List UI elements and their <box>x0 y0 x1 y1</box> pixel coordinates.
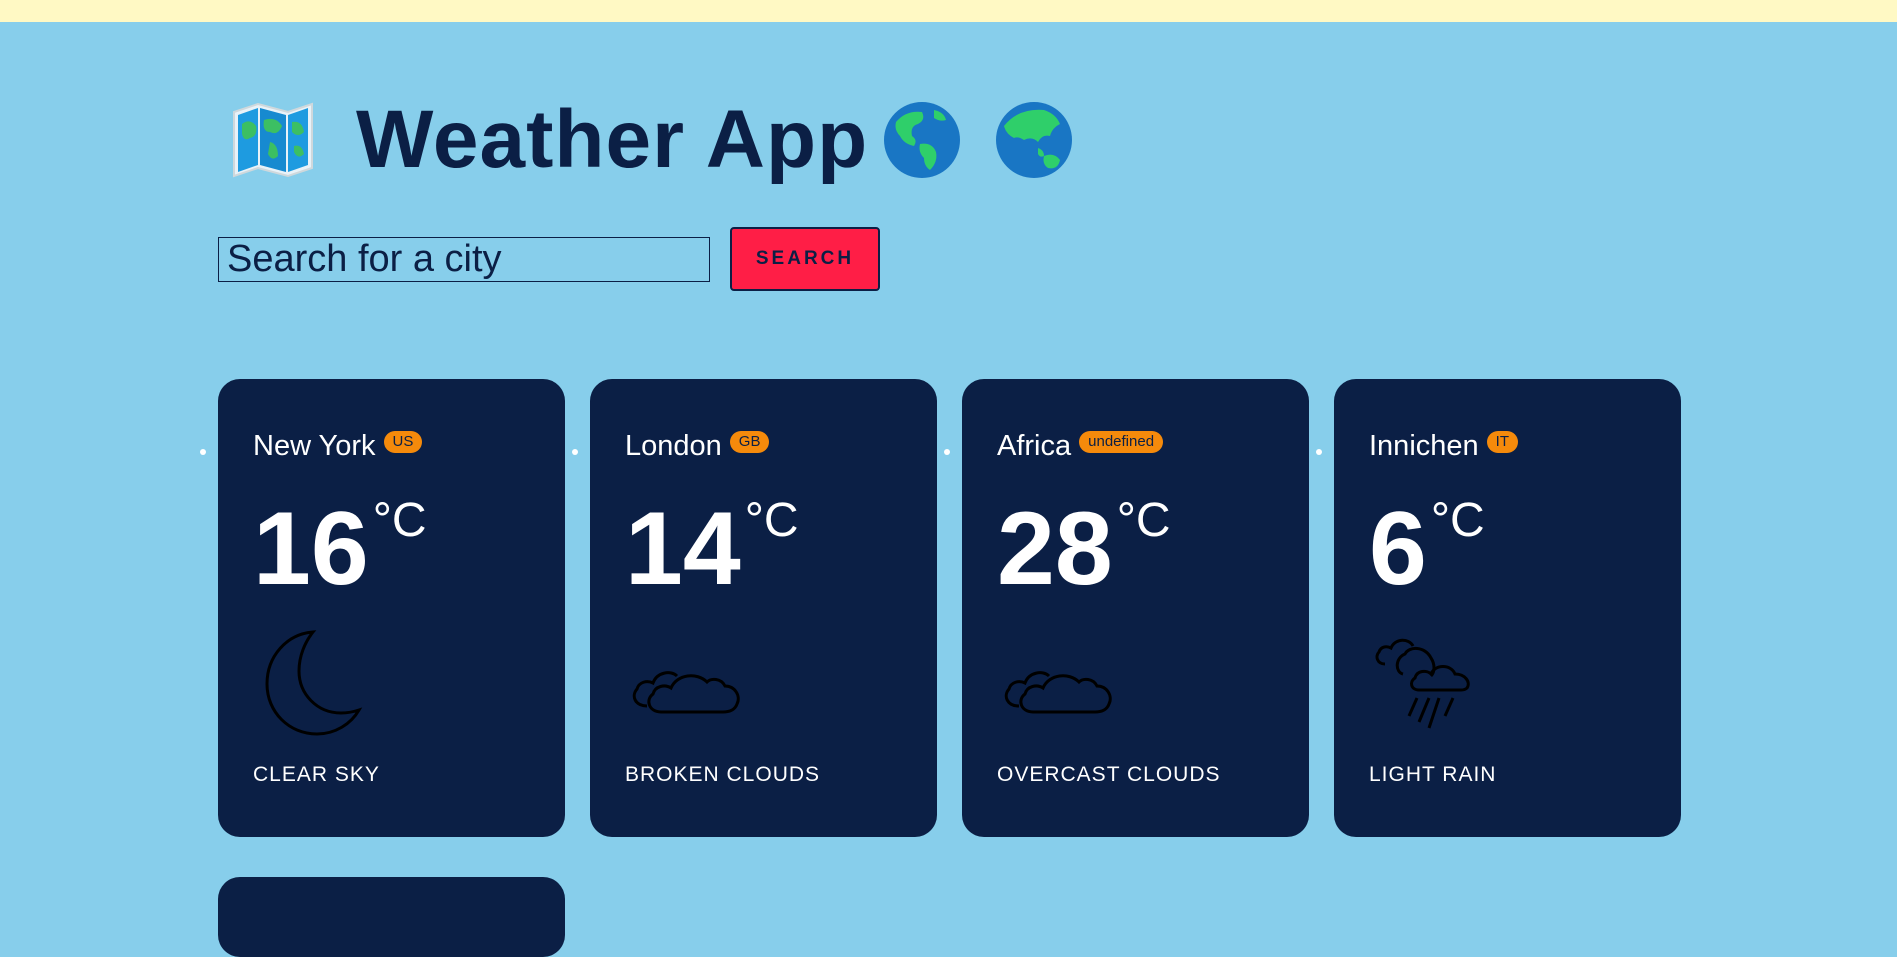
search-bar: SEARCH <box>218 227 880 291</box>
list-bullet <box>944 449 950 455</box>
city-card-africa: Africa undefined 28 °C OVERCAST CLOUDS <box>944 379 1309 837</box>
city-name: London <box>625 430 722 462</box>
page-title: Weather App <box>356 94 869 185</box>
weather-description: LIGHT RAIN <box>1369 763 1497 786</box>
search-button[interactable]: SEARCH <box>730 227 880 291</box>
temperature-unit: °C <box>744 494 799 547</box>
temperature-unit: °C <box>1116 494 1171 547</box>
list-bullet <box>200 449 206 455</box>
country-badge: undefined <box>1079 431 1164 453</box>
city-name: New York <box>253 430 376 462</box>
weather-description: OVERCAST CLOUDS <box>997 763 1221 786</box>
clouds-icon <box>1004 671 1112 714</box>
city-card-innichen: Innichen IT 6 °C LIGHT RAIN <box>1316 379 1681 837</box>
country-badge: IT <box>1486 431 1518 453</box>
city-name: Africa <box>997 430 1072 462</box>
list-bullet <box>572 449 578 455</box>
globe-asia-australia-icon <box>996 102 1073 178</box>
temperature: 6 <box>1369 491 1427 607</box>
list-bullet <box>1316 449 1322 455</box>
city-card-partial <box>218 877 565 957</box>
top-strip <box>0 0 1897 22</box>
temperature-unit: °C <box>1430 494 1485 547</box>
temperature: 14 <box>625 491 741 607</box>
clouds-icon <box>632 671 740 714</box>
city-card-new-york: New York US 16 °C CLEAR SKY <box>200 379 565 837</box>
map-icon <box>233 102 313 178</box>
search-input[interactable] <box>218 236 710 282</box>
rain-icon <box>1375 638 1470 729</box>
moon-icon <box>265 630 363 736</box>
app-header: Weather App <box>230 92 1074 188</box>
country-badge: US <box>383 431 423 453</box>
temperature: 16 <box>253 491 369 607</box>
city-card-london: London GB 14 °C BROKEN CLOUDS <box>572 379 937 837</box>
temperature: 28 <box>997 491 1113 607</box>
globe-americas-icon <box>884 102 961 178</box>
country-badge: GB <box>729 431 770 453</box>
city-name: Innichen <box>1369 430 1479 462</box>
temperature-unit: °C <box>372 494 427 547</box>
weather-description: CLEAR SKY <box>253 763 380 786</box>
weather-description: BROKEN CLOUDS <box>625 763 821 786</box>
